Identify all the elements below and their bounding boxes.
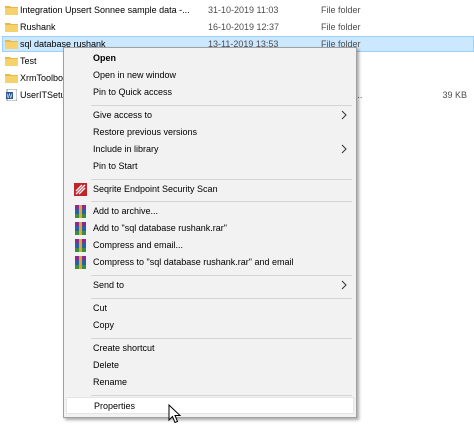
- file-size: 39 KB: [442, 90, 467, 100]
- menu-item-label: Compress and email...: [93, 240, 184, 250]
- menu-separator: [91, 105, 352, 106]
- menu-item-label: Properties: [94, 401, 136, 411]
- menu-item-restore-versions[interactable]: Restore previous versions: [66, 124, 354, 141]
- menu-item-pin-quick-access[interactable]: Pin to Quick access: [66, 84, 354, 101]
- folder-icon: [5, 57, 18, 66]
- menu-item-rename[interactable]: Rename: [66, 374, 354, 391]
- menu-item-copy[interactable]: Copy: [66, 317, 354, 334]
- menu-item-compress-email[interactable]: Compress and email...: [66, 237, 354, 254]
- menu-separator: [91, 179, 352, 180]
- menu-separator: [91, 201, 352, 202]
- menu-separator: [91, 298, 352, 299]
- menu-item-label: Copy: [93, 320, 115, 330]
- menu-item-label: Include in library: [93, 144, 159, 154]
- folder-icon: [5, 74, 18, 83]
- menu-item-label: Seqrite Endpoint Security Scan: [93, 184, 218, 194]
- menu-item-properties[interactable]: Properties: [66, 397, 354, 414]
- menu-item-label: Pin to Start: [93, 161, 138, 171]
- menu-item-label: Send to: [93, 280, 125, 290]
- menu-item-open-new-window[interactable]: Open in new window: [66, 67, 354, 84]
- menu-item-label: Give access to: [93, 110, 153, 120]
- folder-icon: [5, 6, 18, 15]
- menu-item-label: Add to archive...: [93, 206, 159, 216]
- chevron-right-icon: [341, 280, 347, 290]
- menu-item-compress-rar-email[interactable]: Compress to "sql database rushank.rar" a…: [66, 254, 354, 271]
- menu-item-give-access[interactable]: Give access to: [66, 107, 354, 124]
- winrar-icon: [75, 205, 86, 218]
- file-row[interactable]: Rushank 16-10-2019 12:37 File folder: [0, 19, 474, 35]
- file-name: Rushank: [20, 22, 56, 32]
- menu-item-label: Rename: [93, 377, 128, 387]
- winrar-icon: [75, 256, 86, 269]
- file-date: 31-10-2019 11:03: [208, 5, 279, 15]
- chevron-right-icon: [341, 144, 347, 154]
- file-type: File folder: [321, 5, 361, 15]
- file-row[interactable]: Integration Upsert Sonnee sample data -.…: [0, 2, 474, 18]
- menu-item-label: Delete: [93, 360, 120, 370]
- menu-item-pin-start[interactable]: Pin to Start: [66, 158, 354, 175]
- menu-item-send-to[interactable]: Send to: [66, 277, 354, 294]
- word-doc-icon: W: [6, 89, 17, 101]
- mouse-cursor-icon: [168, 404, 182, 424]
- context-menu: Open Open in new window Pin to Quick acc…: [63, 47, 357, 418]
- menu-item-include-library[interactable]: Include in library: [66, 141, 354, 158]
- menu-item-delete[interactable]: Delete: [66, 357, 354, 374]
- menu-item-label: Create shortcut: [93, 343, 155, 353]
- folder-icon: [5, 40, 18, 49]
- svg-text:W: W: [7, 94, 13, 100]
- menu-item-open[interactable]: Open: [66, 50, 354, 67]
- menu-item-label: Restore previous versions: [93, 127, 198, 137]
- file-name: Integration Upsert Sonnee sample data -.…: [20, 5, 190, 15]
- file-date: 16-10-2019 12:37: [208, 22, 280, 32]
- winrar-icon: [75, 222, 86, 235]
- menu-item-add-archive[interactable]: Add to archive...: [66, 203, 354, 220]
- menu-separator: [91, 395, 352, 396]
- menu-item-create-shortcut[interactable]: Create shortcut: [66, 340, 354, 357]
- menu-item-label: Open in new window: [93, 70, 177, 80]
- menu-separator: [91, 338, 352, 339]
- chevron-right-icon: [341, 110, 347, 120]
- menu-item-cut[interactable]: Cut: [66, 300, 354, 317]
- menu-item-label: Pin to Quick access: [93, 87, 173, 97]
- menu-item-label: Open: [93, 53, 117, 63]
- menu-separator: [91, 275, 352, 276]
- menu-item-label: Compress to "sql database rushank.rar" a…: [93, 257, 294, 267]
- menu-item-label: Cut: [93, 303, 108, 313]
- file-type: File folder: [321, 22, 361, 32]
- menu-item-add-rar[interactable]: Add to "sql database rushank.rar": [66, 220, 354, 237]
- seqrite-icon: [74, 183, 87, 196]
- menu-item-label: Add to "sql database rushank.rar": [93, 223, 227, 233]
- folder-icon: [5, 23, 18, 32]
- menu-item-seqrite-scan[interactable]: Seqrite Endpoint Security Scan: [66, 181, 354, 198]
- winrar-icon: [75, 239, 86, 252]
